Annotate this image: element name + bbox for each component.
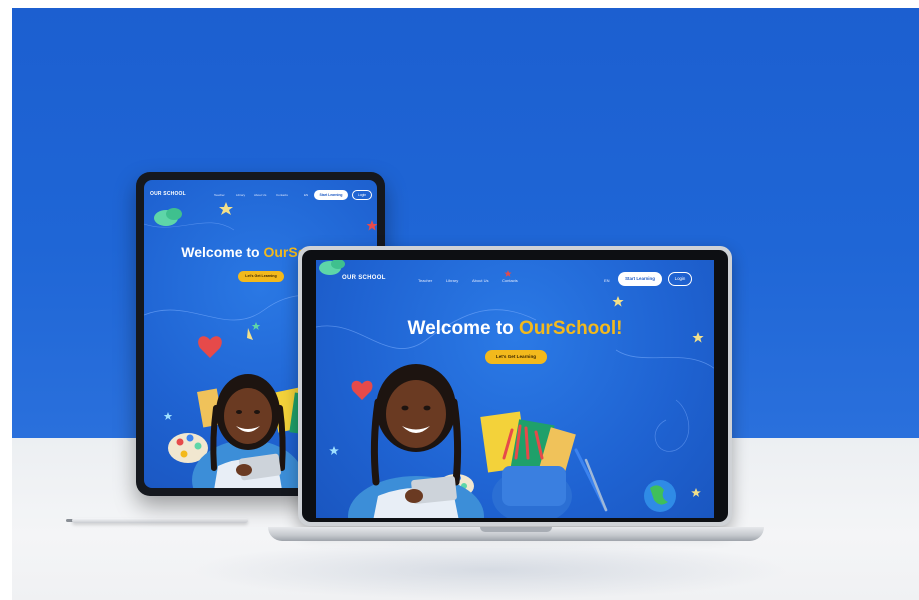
tablet-login-button[interactable]: Login (352, 190, 372, 200)
laptop-start-learning-button[interactable]: Start Learning (618, 272, 662, 286)
device-shadow (190, 540, 790, 600)
mockup-scene: OUR SCHOOL Teacher Library About Us Cont… (0, 0, 919, 600)
tablet-nav-about[interactable]: About Us (254, 193, 266, 197)
laptop-logo[interactable]: OUR SCHOOL (342, 275, 386, 281)
tablet-headline-prefix: Welcome to (181, 244, 264, 260)
tablet-navbar: OUR SCHOOL Teacher Library About Us Cont… (150, 190, 372, 204)
laptop-decorations (316, 260, 714, 518)
laptop-navbar: OUR SCHOOL Teacher Library About Us Cont… (328, 272, 702, 288)
laptop-login-button[interactable]: Login (668, 272, 692, 286)
laptop-cta-button[interactable]: Let's Get Learning (485, 350, 547, 364)
laptop-notch (480, 527, 552, 532)
laptop-headline: Welcome to OurSchool! (316, 318, 714, 340)
laptop-lang-switch[interactable]: EN (604, 278, 610, 283)
tablet-nav-library[interactable]: Library (236, 193, 245, 197)
tablet-lang-switch[interactable]: EN (304, 193, 308, 197)
laptop-headline-prefix: Welcome to (407, 318, 520, 339)
laptop-bezel: OUR SCHOOL Teacher Library About Us Cont… (302, 250, 728, 522)
tablet-nav-contacts[interactable]: Contacts (276, 193, 288, 197)
stylus-pencil (72, 518, 248, 523)
tablet-start-learning-button[interactable]: Start Learning (314, 190, 348, 200)
laptop-device: OUR SCHOOL Teacher Library About Us Cont… (298, 246, 732, 526)
laptop-headline-accent: OurSchool! (519, 318, 623, 339)
tablet-logo[interactable]: OUR SCHOOL (150, 191, 186, 197)
laptop-screen: OUR SCHOOL Teacher Library About Us Cont… (316, 260, 714, 518)
laptop-nav-about[interactable]: About Us (472, 278, 488, 283)
tablet-nav-teacher[interactable]: Teacher (214, 193, 225, 197)
laptop-nav-contacts[interactable]: Contacts (502, 278, 518, 283)
tablet-cta-button[interactable]: Let's Get Learning (238, 271, 284, 282)
laptop-nav-teacher[interactable]: Teacher (418, 278, 432, 283)
laptop-nav-library[interactable]: Library (446, 278, 458, 283)
